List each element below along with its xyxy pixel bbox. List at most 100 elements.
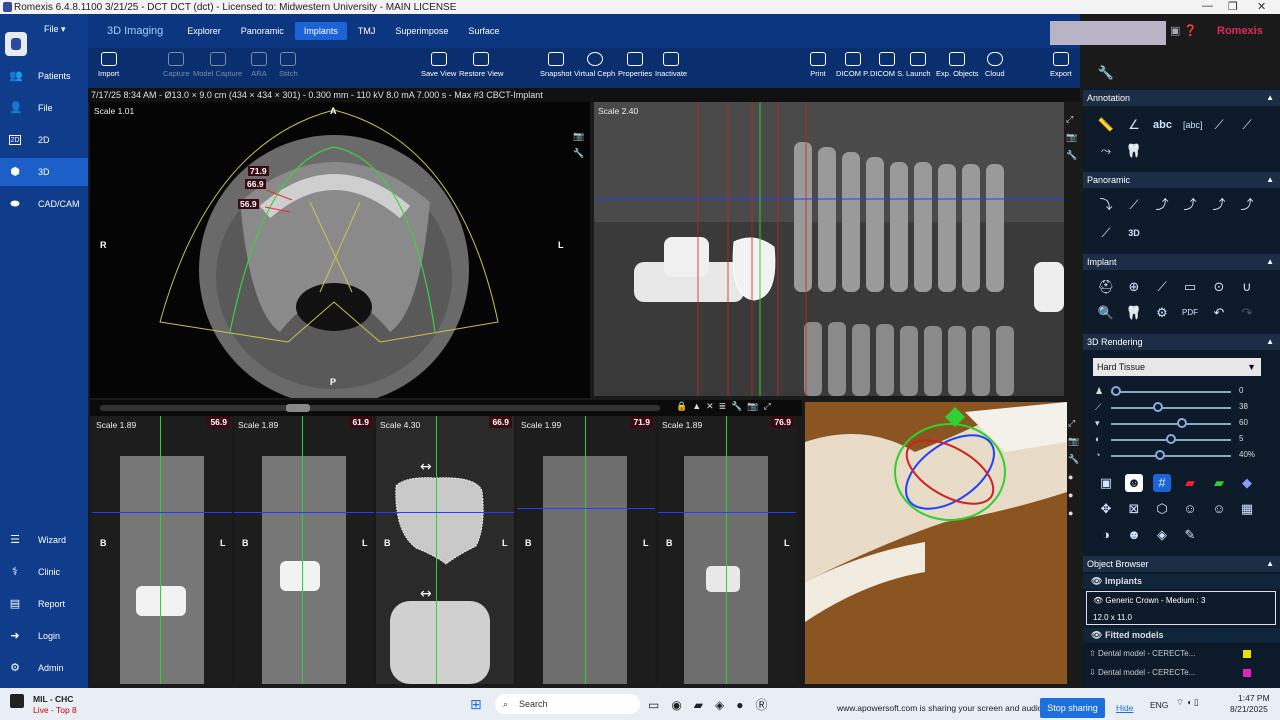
file-menu[interactable]: File ▾ bbox=[44, 24, 66, 35]
implant-search-icon[interactable]: 🔍 bbox=[1097, 304, 1115, 322]
ara-button[interactable]: ARA bbox=[251, 52, 267, 78]
implant-abutment-icon[interactable]: ▭ bbox=[1181, 278, 1199, 296]
windows-start-icon[interactable]: ⊞ bbox=[470, 696, 482, 713]
implant-add-icon[interactable]: ⊕ bbox=[1125, 278, 1143, 296]
minimize-button[interactable]: — bbox=[1202, 0, 1213, 12]
implant-settings-icon[interactable]: ⚙ bbox=[1153, 304, 1171, 322]
implant-crown-icon[interactable]: ⛑ bbox=[1097, 278, 1115, 296]
cross-section-3[interactable]: ↔ ↔ Scale 4.30 66.9 B L bbox=[376, 416, 514, 684]
export-button[interactable]: Export bbox=[1050, 52, 1072, 78]
render-head-icon[interactable]: ☺ bbox=[1181, 500, 1199, 518]
fitted-models-group[interactable]: 👁 Fitted models bbox=[1083, 628, 1280, 643]
line-circle-icon[interactable]: ⟋ bbox=[1238, 116, 1256, 134]
help-icons[interactable]: ▣ ❓ bbox=[1170, 24, 1197, 37]
cross-section-scrollbar[interactable] bbox=[100, 405, 660, 411]
nav-2d[interactable]: 2D 2D bbox=[0, 126, 88, 154]
eye-slash-icon[interactable]: 👁 bbox=[1091, 630, 1102, 640]
nav-patients[interactable]: 👥 Patients bbox=[0, 62, 88, 90]
restore-view-button[interactable]: Restore View bbox=[459, 52, 503, 78]
pano-3d-icon[interactable]: 3D bbox=[1125, 224, 1143, 242]
render-image-icon[interactable]: ▣ bbox=[1097, 474, 1115, 492]
taskbar-apps[interactable]: ▭◉▰◈●Ⓡ bbox=[648, 696, 780, 713]
fitted-model-item[interactable]: ⇧ Dental model - CERECTe... bbox=[1089, 647, 1275, 661]
text-box-icon[interactable]: [abc] bbox=[1183, 116, 1203, 134]
render-diamond-icon[interactable]: ◆ bbox=[1238, 474, 1256, 492]
panoramic-view[interactable]: Scale 2.40 bbox=[594, 102, 1064, 396]
slider-contrast[interactable]: ◐ 5 bbox=[1095, 433, 1280, 447]
fitted-model-item[interactable]: ⇩ Dental model - CERECTe... bbox=[1089, 666, 1275, 680]
print-button[interactable]: Print bbox=[810, 52, 826, 78]
slider-knob[interactable] bbox=[1166, 434, 1176, 444]
panoramic-header[interactable]: Panoramic ▲ bbox=[1083, 172, 1280, 188]
tab-implants[interactable]: Implants bbox=[294, 22, 347, 40]
pano-adjust-icon[interactable]: ⤴ bbox=[1181, 196, 1199, 214]
pano-draw-icon[interactable]: ⟋ bbox=[1125, 196, 1143, 214]
dicom-print-button[interactable]: DICOM P. bbox=[836, 52, 869, 78]
color-swatch-yellow[interactable] bbox=[1243, 650, 1251, 658]
save-view-button[interactable]: Save View bbox=[421, 52, 456, 78]
line-icon[interactable]: ⟋ bbox=[1210, 116, 1228, 134]
implants-group[interactable]: 👁 Implants bbox=[1083, 574, 1280, 589]
axial-view[interactable]: Scale 1.01 A P R L 71.9 66.9 56.9 bbox=[90, 102, 590, 398]
slider-threshold[interactable]: ▾ 60 bbox=[1095, 417, 1280, 431]
render-skull-icon[interactable]: ☻ bbox=[1125, 474, 1143, 492]
eye-icon[interactable]: 👁 bbox=[1091, 576, 1102, 586]
implant-tooth-icon[interactable]: 🦷 bbox=[1125, 304, 1143, 322]
tab-superimpose[interactable]: Superimpose bbox=[386, 22, 457, 40]
slider-opacity[interactable]: ⟋ 38 bbox=[1095, 401, 1280, 415]
launch-button[interactable]: Launch bbox=[906, 52, 931, 78]
tab-tmj[interactable]: TMJ bbox=[349, 22, 385, 40]
pano-edit-icon[interactable]: ⤴ bbox=[1153, 196, 1171, 214]
redo-icon[interactable]: ↷ bbox=[1238, 304, 1256, 322]
cross-section-tool-icons[interactable]: 🔒▲✕≣🔧📷⤢ bbox=[676, 401, 776, 412]
render-skull2-icon[interactable]: ☻ bbox=[1125, 526, 1143, 544]
render-clip-icon[interactable]: ✥ bbox=[1097, 500, 1115, 518]
inactivate-button[interactable]: Inactivate bbox=[655, 52, 687, 78]
dicom-send-button[interactable]: DICOM S. bbox=[870, 52, 904, 78]
object-browser-header[interactable]: Object Browser ▲ bbox=[1083, 556, 1280, 572]
nav-report[interactable]: ▤ Report bbox=[0, 590, 88, 618]
nav-wizard[interactable]: ☰ Wizard bbox=[0, 526, 88, 554]
taskbar-search[interactable]: ⌕ Search bbox=[495, 694, 640, 714]
properties-button[interactable]: Properties bbox=[618, 52, 652, 78]
nav-clinic[interactable]: ⚕ Clinic bbox=[0, 558, 88, 586]
cross-section-2[interactable]: Scale 1.89 61.9 B L bbox=[234, 416, 374, 684]
hide-link[interactable]: Hide bbox=[1116, 703, 1133, 713]
nav-file[interactable]: 👤 File bbox=[0, 94, 88, 122]
nav-login[interactable]: ➜ Login bbox=[0, 622, 88, 650]
ruler-icon[interactable]: 📏 bbox=[1097, 116, 1115, 134]
scrollbar-thumb[interactable] bbox=[286, 404, 310, 412]
3d-view-tools[interactable]: ⤢ 📷 🔧 ● ● ● bbox=[1068, 414, 1080, 534]
implant-rotate-icon[interactable]: ⊙ bbox=[1210, 278, 1228, 296]
tab-panoramic[interactable]: Panoramic bbox=[232, 22, 293, 40]
curve-icon[interactable]: ⤳ bbox=[1097, 142, 1115, 160]
panoramic-tools[interactable]: ⤢ 📷 🔧 bbox=[1066, 110, 1078, 170]
nav-cadcam[interactable]: ⬬ CAD/CAM bbox=[0, 190, 88, 218]
export-objects-button[interactable]: Exp. Objects bbox=[936, 52, 979, 78]
system-tray-icons[interactable]: ⌔ ◖ ▯ bbox=[1176, 697, 1199, 708]
maximize-button[interactable]: ❐ bbox=[1228, 0, 1238, 13]
implant-item[interactable]: 👁 Generic Crown - Medium : 3 12.0 x 11.0 bbox=[1086, 591, 1276, 625]
stop-sharing-button[interactable]: Stop sharing bbox=[1040, 698, 1105, 718]
color-swatch-magenta[interactable] bbox=[1243, 669, 1251, 677]
language-indicator[interactable]: ENG bbox=[1150, 700, 1168, 710]
import-button[interactable]: Import bbox=[98, 52, 119, 78]
annotation-header[interactable]: Annotation ▲ bbox=[1083, 90, 1280, 106]
rendering-header[interactable]: 3D Rendering ▲ bbox=[1083, 334, 1280, 350]
snapshot-button[interactable]: Snapshot bbox=[540, 52, 572, 78]
undo-icon[interactable]: ↶ bbox=[1210, 304, 1228, 322]
cross-section-5[interactable]: Scale 1.89 76.9 B L bbox=[658, 416, 796, 684]
nav-admin[interactable]: ⚙ Admin bbox=[0, 654, 88, 682]
cross-section-1[interactable]: Scale 1.89 56.9 B L bbox=[92, 416, 232, 684]
3d-render-view[interactable] bbox=[805, 402, 1067, 684]
render-green-icon[interactable]: ▰ bbox=[1210, 474, 1228, 492]
pano-curve-icon[interactable]: ⤵ bbox=[1097, 196, 1115, 214]
render-head2-icon[interactable]: ☺ bbox=[1210, 500, 1228, 518]
slider-knob[interactable] bbox=[1111, 386, 1121, 396]
render-grid-icon[interactable]: # bbox=[1153, 474, 1171, 492]
implant-nerve-icon[interactable]: ∪ bbox=[1238, 278, 1256, 296]
axial-tools[interactable]: 📷 🔧 bbox=[573, 128, 585, 162]
wrench-icon[interactable]: 🔧 bbox=[1097, 64, 1115, 82]
render-tool-icon[interactable]: ✎ bbox=[1181, 526, 1199, 544]
text-icon[interactable]: abc bbox=[1153, 116, 1172, 134]
